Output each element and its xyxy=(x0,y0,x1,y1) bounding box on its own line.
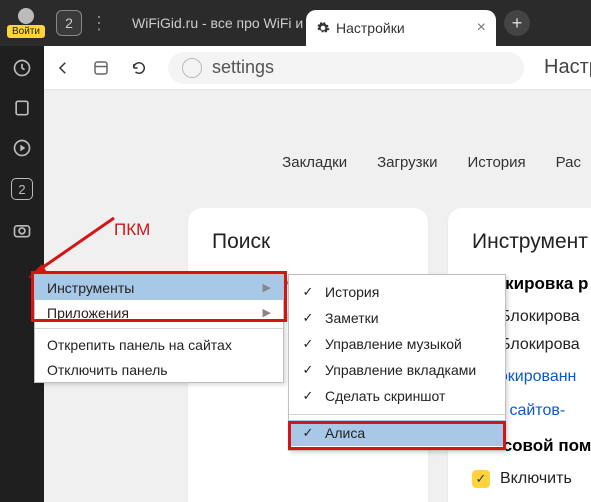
tab-history[interactable]: История xyxy=(467,154,525,180)
check-icon: ✓ xyxy=(301,362,315,378)
submenu-notes[interactable]: ✓ Заметки xyxy=(289,305,505,331)
camera-icon[interactable] xyxy=(12,220,32,240)
active-tab[interactable]: Настройки × xyxy=(306,10,496,46)
menu-separator xyxy=(289,414,505,415)
checkbox-icon: ✓ xyxy=(472,470,490,488)
history-icon[interactable] xyxy=(12,58,32,78)
bookmark-icon[interactable] xyxy=(12,98,32,118)
chevron-right-icon: ▶ xyxy=(263,281,271,294)
check-icon: ✓ xyxy=(301,425,315,441)
submenu-label: Алиса xyxy=(325,425,365,441)
reload-icon[interactable] xyxy=(130,59,148,77)
browser-chrome: Войти 2 ⋮ WiFiGid.ru - все про WiFi и На… xyxy=(0,0,591,46)
submenu-label: Управление вкладками xyxy=(325,362,476,378)
tools-card-title: Инструмент xyxy=(472,230,591,254)
annotation-rmb-label: ПКМ xyxy=(114,220,150,240)
tab-downloads[interactable]: Загрузки xyxy=(377,154,437,180)
checkbox-row[interactable]: ✓ Включить xyxy=(472,470,591,488)
submenu-label: Управление музыкой xyxy=(325,336,462,352)
back-icon[interactable] xyxy=(54,59,72,77)
check-icon: ✓ xyxy=(301,336,315,352)
submenu-alice[interactable]: ✓ Алиса xyxy=(289,420,505,446)
tab-ext[interactable]: Рас xyxy=(556,154,581,180)
row-label: Блокирова xyxy=(500,308,580,326)
menu-tools[interactable]: Инструменты ▶ xyxy=(35,275,283,300)
avatar-icon xyxy=(18,8,34,24)
user-column: Войти xyxy=(0,0,52,46)
submenu-label: Сделать скриншот xyxy=(325,388,445,404)
menu-icon[interactable] xyxy=(92,59,110,77)
address-bar[interactable]: settings xyxy=(168,52,524,84)
menu-tools-label: Инструменты xyxy=(47,280,134,296)
side-panel-context-menu: Инструменты ▶ Приложения ▶ Открепить пан… xyxy=(34,274,284,383)
row-label: Блокирова xyxy=(500,336,580,354)
settings-tabs: Закладки Загрузки История Рас xyxy=(44,154,591,180)
menu-disable-label: Отключить панель xyxy=(47,362,168,378)
background-tab-title: WiFiGid.ru - все про WiFi и xyxy=(132,15,303,31)
page-heading-partial: Настро xyxy=(544,56,591,79)
check-icon: ✓ xyxy=(301,388,315,404)
tab-bookmarks[interactable]: Закладки xyxy=(282,154,347,180)
submenu-label: История xyxy=(325,284,379,300)
submenu-history[interactable]: ✓ История xyxy=(289,279,505,305)
menu-unpin-label: Открепить панель на сайтах xyxy=(47,337,232,353)
background-tab[interactable]: WiFiGid.ru - все про WiFi и xyxy=(116,5,306,41)
tabs-box-icon[interactable]: 2 xyxy=(11,178,33,200)
active-tab-title: Настройки xyxy=(336,20,405,36)
submenu-music[interactable]: ✓ Управление музыкой xyxy=(289,331,505,357)
check-icon: ✓ xyxy=(301,310,315,326)
new-tab-button[interactable]: + xyxy=(504,10,530,36)
menu-apps-label: Приложения xyxy=(47,305,129,321)
url-bar: settings Настро xyxy=(44,46,591,90)
tools-submenu: ✓ История ✓ Заметки ✓ Управление музыкой ✓ У… xyxy=(288,274,506,451)
site-identity-icon xyxy=(182,58,202,78)
menu-separator xyxy=(35,328,283,329)
menu-unpin[interactable]: Открепить панель на сайтах xyxy=(35,332,283,357)
vertical-dots-icon[interactable]: ⋮ xyxy=(90,13,108,34)
check-icon: ✓ xyxy=(301,284,315,300)
submenu-tabs[interactable]: ✓ Управление вкладками xyxy=(289,357,505,383)
menu-apps[interactable]: Приложения ▶ xyxy=(35,300,283,325)
open-tabs-counter[interactable]: 2 xyxy=(56,10,82,36)
row-label: Включить xyxy=(500,470,572,488)
menu-disable[interactable]: Отключить панель xyxy=(35,357,283,382)
address-text: settings xyxy=(212,57,274,78)
submenu-label: Заметки xyxy=(325,310,379,326)
login-button[interactable]: Войти xyxy=(7,25,45,38)
close-icon[interactable]: × xyxy=(477,19,486,37)
play-icon[interactable] xyxy=(12,138,32,158)
submenu-screenshot[interactable]: ✓ Сделать скриншот xyxy=(289,383,505,409)
search-card-title: Поиск xyxy=(212,230,404,254)
chevron-right-icon: ▶ xyxy=(263,306,271,319)
gear-icon xyxy=(316,21,330,35)
